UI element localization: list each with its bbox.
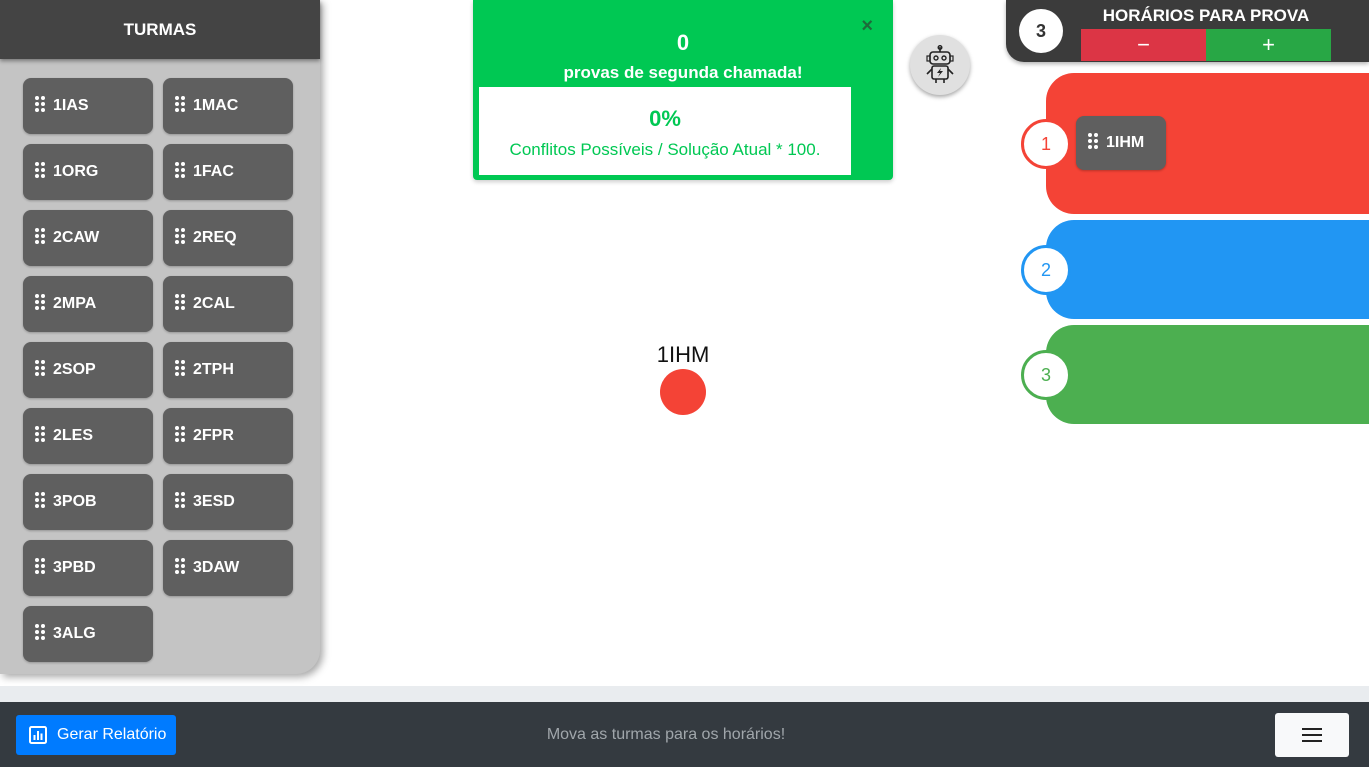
turma-chip[interactable]: 2SOP: [23, 342, 153, 398]
chip-label: 1ORG: [53, 163, 99, 180]
conflict-box: 0% Conflitos Possíveis / Solução Atual *…: [479, 87, 851, 175]
second-call-count: 0: [676, 30, 690, 55]
chip-label: 2REQ: [193, 229, 237, 246]
remove-slot-button[interactable]: −: [1081, 29, 1206, 61]
footer-message: Mova as turmas para os horários!: [546, 726, 786, 743]
turma-chip[interactable]: 2TPH: [163, 342, 293, 398]
generate-report-button[interactable]: Gerar Relatório: [16, 715, 176, 755]
generate-report-label: Gerar Relatório: [57, 726, 167, 743]
drag-handle-icon: [175, 228, 185, 244]
chip-label: 3PBD: [53, 559, 96, 576]
footer-bar: Gerar Relatório Mova as turmas para os h…: [0, 702, 1369, 767]
drag-handle-icon: [175, 294, 185, 310]
drag-handle-icon: [1088, 133, 1098, 149]
turma-chip[interactable]: 3DAW: [163, 540, 293, 596]
graph-node-label: 1IHM: [656, 342, 710, 367]
graph-node[interactable]: [660, 369, 706, 415]
slot-turma-chip[interactable]: 1IHM: [1076, 116, 1166, 170]
drag-handle-icon: [175, 162, 185, 178]
drag-handle-icon: [35, 558, 45, 574]
turma-chip[interactable]: 3ALG: [23, 606, 153, 662]
turma-chip[interactable]: 1ORG: [23, 144, 153, 200]
turma-chip[interactable]: 2CAW: [23, 210, 153, 266]
drag-handle-icon: [175, 96, 185, 112]
chip-label: 1FAC: [193, 163, 234, 180]
turma-chip[interactable]: 2MPA: [23, 276, 153, 332]
chip-label: 3ESD: [193, 493, 235, 510]
chip-label: 1IHM: [1106, 134, 1145, 151]
chip-label: 2TPH: [193, 361, 234, 378]
turma-chip[interactable]: 2FPR: [163, 408, 293, 464]
turma-chip[interactable]: 2LES: [23, 408, 153, 464]
chip-label: 2LES: [53, 427, 94, 444]
menu-button[interactable]: [1275, 713, 1349, 757]
chip-label: 3POB: [53, 493, 97, 510]
chip-label: 2FPR: [193, 427, 234, 444]
bar-chart-icon: [29, 726, 47, 744]
drag-handle-icon: [175, 558, 185, 574]
drag-handle-icon: [35, 96, 45, 112]
turma-chip[interactable]: 2REQ: [163, 210, 293, 266]
chip-label: 2CAL: [193, 295, 235, 312]
turmas-sidebar: TURMAS 1IAS 1MAC 1ORG 1FAC 2CAW 2REQ 2MPA 2CAL 2…: [0, 0, 320, 674]
drag-handle-icon: [35, 294, 45, 310]
drag-handle-icon: [35, 162, 45, 178]
drag-handle-icon: [35, 624, 45, 640]
slots-header: 3 HORÁRIOS PARA PROVA − +: [1006, 0, 1369, 62]
second-call-label: provas de segunda chamada!: [563, 63, 803, 82]
slot-row-3[interactable]: [1046, 325, 1369, 424]
conflict-percent: 0%: [649, 106, 681, 131]
chip-label: 1IAS: [53, 97, 89, 114]
sidebar-title: TURMAS: [0, 0, 320, 59]
chip-label: 2CAW: [53, 229, 100, 246]
turma-chip[interactable]: 3PBD: [23, 540, 153, 596]
drag-handle-icon: [175, 360, 185, 376]
drag-handle-icon: [35, 360, 45, 376]
slot-number-3: 3: [1021, 350, 1071, 400]
chip-label: 2MPA: [53, 295, 97, 312]
turma-chip[interactable]: 3POB: [23, 474, 153, 530]
turma-chip[interactable]: 2CAL: [163, 276, 293, 332]
slots-title: HORÁRIOS PARA PROVA: [1102, 6, 1310, 25]
turma-chip[interactable]: 1IAS: [23, 78, 153, 134]
drag-handle-icon: [35, 492, 45, 508]
slot-number-1: 1: [1021, 119, 1071, 169]
drag-handle-icon: [175, 426, 185, 442]
hamburger-menu-icon: [1302, 728, 1322, 742]
chip-label: 3DAW: [193, 559, 240, 576]
turma-chip[interactable]: 1MAC: [163, 78, 293, 134]
turmas-list: 1IAS 1MAC 1ORG 1FAC 2CAW 2REQ 2MPA 2CAL 2SOP 2TPH…: [23, 78, 303, 662]
drag-handle-icon: [35, 426, 45, 442]
drag-handle-icon: [175, 492, 185, 508]
chip-label: 2SOP: [53, 361, 96, 378]
robot-icon: [926, 45, 954, 83]
add-slot-button[interactable]: +: [1206, 29, 1331, 61]
chip-label: 3ALG: [53, 625, 96, 642]
turma-chip[interactable]: 3ESD: [163, 474, 293, 530]
stats-panel: × 0 provas de segunda chamada! 0% Confli…: [473, 0, 893, 180]
content-divider: [0, 686, 1369, 702]
drag-handle-icon: [35, 228, 45, 244]
robot-button[interactable]: [910, 35, 970, 95]
chip-label: 1MAC: [193, 97, 239, 114]
slots-count-badge: 3: [1019, 9, 1063, 53]
turma-chip[interactable]: 1FAC: [163, 144, 293, 200]
slot-number-2: 2: [1021, 245, 1071, 295]
slot-row-2[interactable]: [1046, 220, 1369, 319]
conflict-formula: Conflitos Possíveis / Solução Atual * 10…: [509, 140, 821, 159]
